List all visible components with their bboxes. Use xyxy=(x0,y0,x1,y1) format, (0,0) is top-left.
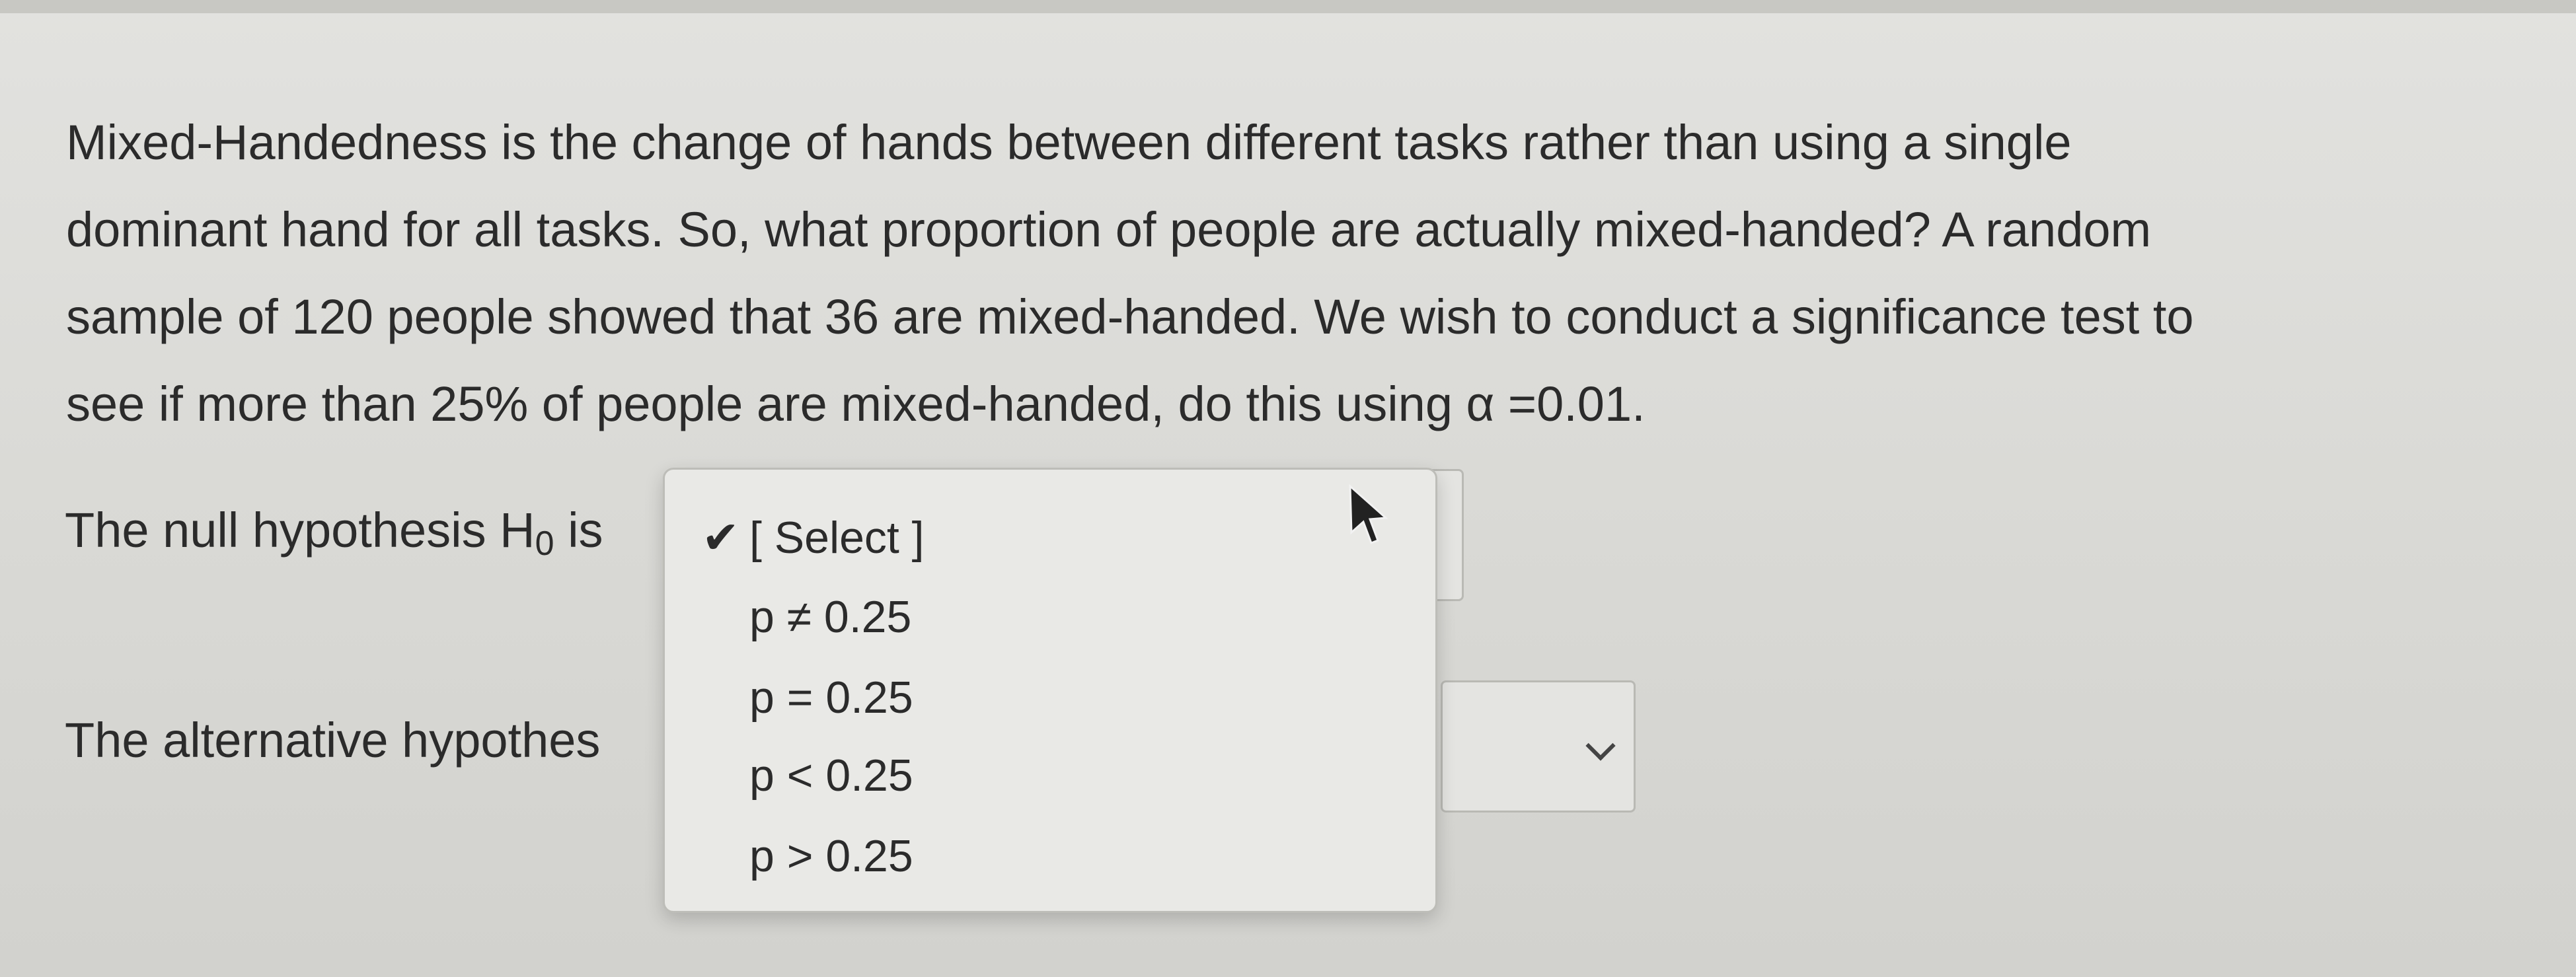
question-line: dominant hand for all tasks. So, what pr… xyxy=(66,202,2152,257)
question-line: see if more than 25% of people are mixed… xyxy=(66,377,1646,431)
alternative-hypothesis-select[interactable] xyxy=(1441,680,1636,813)
null-hypothesis-label: The null hypothesis H0 is xyxy=(65,502,603,563)
dropdown-option-label: p ≠ 0.25 xyxy=(749,592,912,642)
null-hypothesis-subscript: 0 xyxy=(535,525,554,563)
dropdown-option-label: p = 0.25 xyxy=(749,672,913,723)
checkmark-icon: ✔ xyxy=(702,513,739,563)
question-line: sample of 120 people showed that 36 are … xyxy=(66,289,2194,344)
question-text: Mixed-Handedness is the change of hands … xyxy=(66,99,2511,448)
dropdown-option-label: [ Select ] xyxy=(749,513,925,563)
dropdown-option-label: p > 0.25 xyxy=(749,831,913,881)
null-hypothesis-label-suffix: is xyxy=(554,503,603,558)
dropdown-option-select[interactable]: ✔ [ Select ] xyxy=(665,496,1435,574)
dropdown-option-label: p < 0.25 xyxy=(749,750,913,801)
screen-top-edge xyxy=(0,0,2576,13)
dropdown-option-p-greater[interactable]: p > 0.25 xyxy=(665,814,1435,892)
dropdown-option-p-equal[interactable]: p = 0.25 xyxy=(665,656,1435,734)
null-hypothesis-dropdown-menu: ✔ [ Select ] p ≠ 0.25 p = 0.25 p < 0.25 … xyxy=(663,468,1437,913)
mouse-pointer-icon xyxy=(1349,484,1388,544)
question-line: Mixed-Handedness is the change of hands … xyxy=(66,115,2072,170)
null-hypothesis-label-prefix: The null hypothesis H xyxy=(65,503,535,558)
dropdown-option-p-less[interactable]: p < 0.25 xyxy=(665,734,1435,812)
chevron-down-icon xyxy=(1585,731,1616,761)
alternative-hypothesis-label: The alternative hypothes xyxy=(65,713,601,768)
dropdown-option-p-not-equal[interactable]: p ≠ 0.25 xyxy=(665,575,1435,653)
